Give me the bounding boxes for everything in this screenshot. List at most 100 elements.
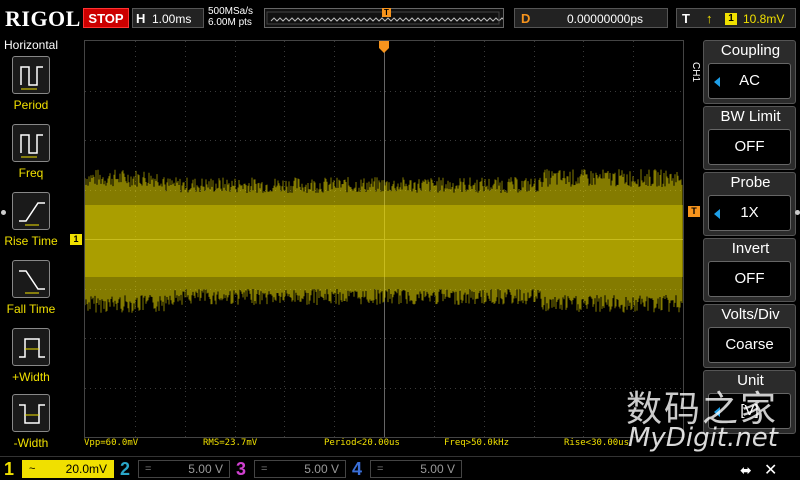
neg-width-icon	[12, 394, 50, 432]
ch4-number: 4	[352, 459, 363, 479]
waveform-display[interactable]	[84, 40, 684, 438]
channel-status-bar: 1 ~ 20.0mV 2 = 5.00 V 3 = 5.00 V 4 = 5.0…	[0, 456, 800, 480]
ch2-body: = 5.00 V	[138, 460, 230, 478]
measure-neg-width-button[interactable]: -Width	[0, 394, 62, 460]
pos-width-label: +Width	[12, 370, 50, 384]
invert-value-box: OFF	[708, 261, 791, 297]
graticule	[85, 41, 683, 437]
left-measure-menu: Horizontal Period Freq Rise Time Fall Ti…	[0, 36, 62, 456]
delay-box[interactable]: D 0.00000000ps	[514, 8, 668, 28]
ch3-status[interactable]: 3 = 5.00 V	[236, 459, 348, 479]
memory-trigger-marker: T	[382, 8, 391, 17]
rising-edge-icon: ↑	[706, 11, 713, 26]
measurement-rise: Rise<30.00us	[564, 438, 630, 448]
freq-label: Freq	[18, 166, 44, 180]
select-arrow-icon	[714, 77, 720, 87]
trigger-level-value: 10.8mV	[743, 12, 785, 26]
ch1-scale: 20.0mV	[65, 462, 107, 476]
delay-label: D	[521, 11, 531, 26]
ch1-coupling-icon: ~	[29, 463, 36, 475]
trigger-label: T	[682, 11, 690, 26]
speaker-muted-icon[interactable]: ✕	[764, 460, 777, 480]
measure-pos-width-button[interactable]: +Width	[0, 328, 62, 394]
ch2-number: 2	[120, 459, 131, 479]
invert-value: OFF	[734, 270, 765, 287]
measure-rise-time-button[interactable]: Rise Time	[0, 192, 62, 258]
run-stop-button[interactable]: STOP	[83, 8, 129, 28]
sample-rate: 500MSa/s	[208, 6, 254, 17]
ch4-coupling-icon: =	[377, 463, 384, 475]
left-page-dot	[1, 210, 6, 215]
trigger-source-badge: 1	[725, 13, 737, 25]
measurement-rms: RMS=23.7mV	[203, 438, 258, 448]
select-arrow-icon	[714, 209, 720, 219]
ch1-status[interactable]: 1 ~ 20.0mV	[4, 459, 116, 479]
measurement-period: Period<20.00us	[324, 438, 400, 448]
ch4-body: = 5.00 V	[370, 460, 462, 478]
probe-softkey[interactable]: Probe 1X	[703, 172, 796, 236]
volts-div-value: Coarse	[725, 336, 774, 353]
rise-time-label: Rise Time	[4, 234, 58, 248]
top-status-bar: RIGOL STOP H 1.00ms 500MSa/s 6.00M pts T…	[0, 0, 800, 36]
ch4-status[interactable]: 4 = 5.00 V	[352, 459, 464, 479]
ch1-noise-core	[85, 205, 683, 277]
fall-time-icon	[12, 260, 50, 298]
timebase-value: 1.00ms	[152, 12, 192, 26]
ch2-status[interactable]: 2 = 5.00 V	[120, 459, 232, 479]
fall-time-label: Fall Time	[6, 302, 56, 316]
ch1-waveform	[85, 169, 683, 313]
menu-channel-tag: CH1	[690, 61, 701, 82]
neg-width-label: -Width	[13, 436, 49, 450]
ch1-body: ~ 20.0mV	[22, 460, 114, 478]
trigger-position-marker	[379, 40, 389, 53]
volts-div-value-box: Coarse	[708, 327, 791, 363]
ch3-number: 3	[236, 459, 247, 479]
volts-div-title: Volts/Div	[721, 306, 780, 323]
probe-value-box: 1X	[708, 195, 791, 231]
brand-logo: RIGOL	[5, 6, 81, 31]
volts-div-softkey[interactable]: Volts/Div Coarse	[703, 304, 796, 368]
measurement-freq: Freq>50.0kHz	[444, 438, 510, 448]
ch3-body: = 5.00 V	[254, 460, 346, 478]
pos-width-icon	[12, 328, 50, 366]
probe-value: 1X	[740, 204, 759, 221]
acquisition-info: 500MSa/s 6.00M pts	[208, 6, 253, 28]
probe-title: Probe	[730, 174, 771, 191]
bw-limit-title: BW Limit	[720, 108, 781, 125]
invert-softkey[interactable]: Invert OFF	[703, 238, 796, 302]
coupling-title: Coupling	[720, 42, 781, 59]
measure-fall-time-button[interactable]: Fall Time	[0, 260, 62, 326]
invert-title: Invert	[731, 240, 770, 257]
bw-limit-softkey[interactable]: BW Limit OFF	[703, 106, 796, 170]
measurement-vpp: Vpp=60.0mV	[84, 438, 139, 448]
bw-limit-value-box: OFF	[708, 129, 791, 165]
right-page-dot	[795, 210, 800, 215]
bw-limit-value: OFF	[734, 138, 765, 155]
period-label: Period	[13, 98, 49, 112]
memory-depth: 6.00M pts	[208, 17, 252, 28]
coupling-value-box: AC	[708, 63, 791, 99]
trigger-level-marker[interactable]: T	[688, 206, 700, 217]
ch1-ground-marker[interactable]: 1	[70, 234, 82, 245]
trigger-box[interactable]: T ↑ 1 10.8mV	[676, 8, 796, 28]
memory-overview-bar: T	[264, 8, 518, 28]
coupling-value: AC	[739, 72, 760, 89]
delay-value: 0.00000000ps	[566, 12, 644, 26]
measure-freq-button[interactable]: Freq	[0, 124, 62, 190]
ch4-scale: 5.00 V	[420, 462, 455, 476]
ch2-coupling-icon: =	[145, 463, 152, 475]
ch1-number: 1	[4, 459, 15, 479]
menu-title: Horizontal	[3, 38, 59, 52]
ch3-scale: 5.00 V	[304, 462, 339, 476]
ch2-scale: 5.00 V	[188, 462, 223, 476]
freq-icon	[12, 124, 50, 162]
rise-time-icon	[12, 192, 50, 230]
ch3-coupling-icon: =	[261, 463, 268, 475]
timebase-box[interactable]: H 1.00ms	[132, 8, 204, 28]
coupling-softkey[interactable]: Coupling AC	[703, 40, 796, 104]
watermark-en: MyDigit.net	[628, 423, 778, 453]
measurement-bar: Vpp=60.0mV RMS=23.7mV Period<20.00us Fre…	[84, 438, 684, 450]
measure-period-button[interactable]: Period	[0, 56, 62, 122]
period-icon	[12, 56, 50, 94]
horizontal-label: H	[136, 11, 146, 26]
